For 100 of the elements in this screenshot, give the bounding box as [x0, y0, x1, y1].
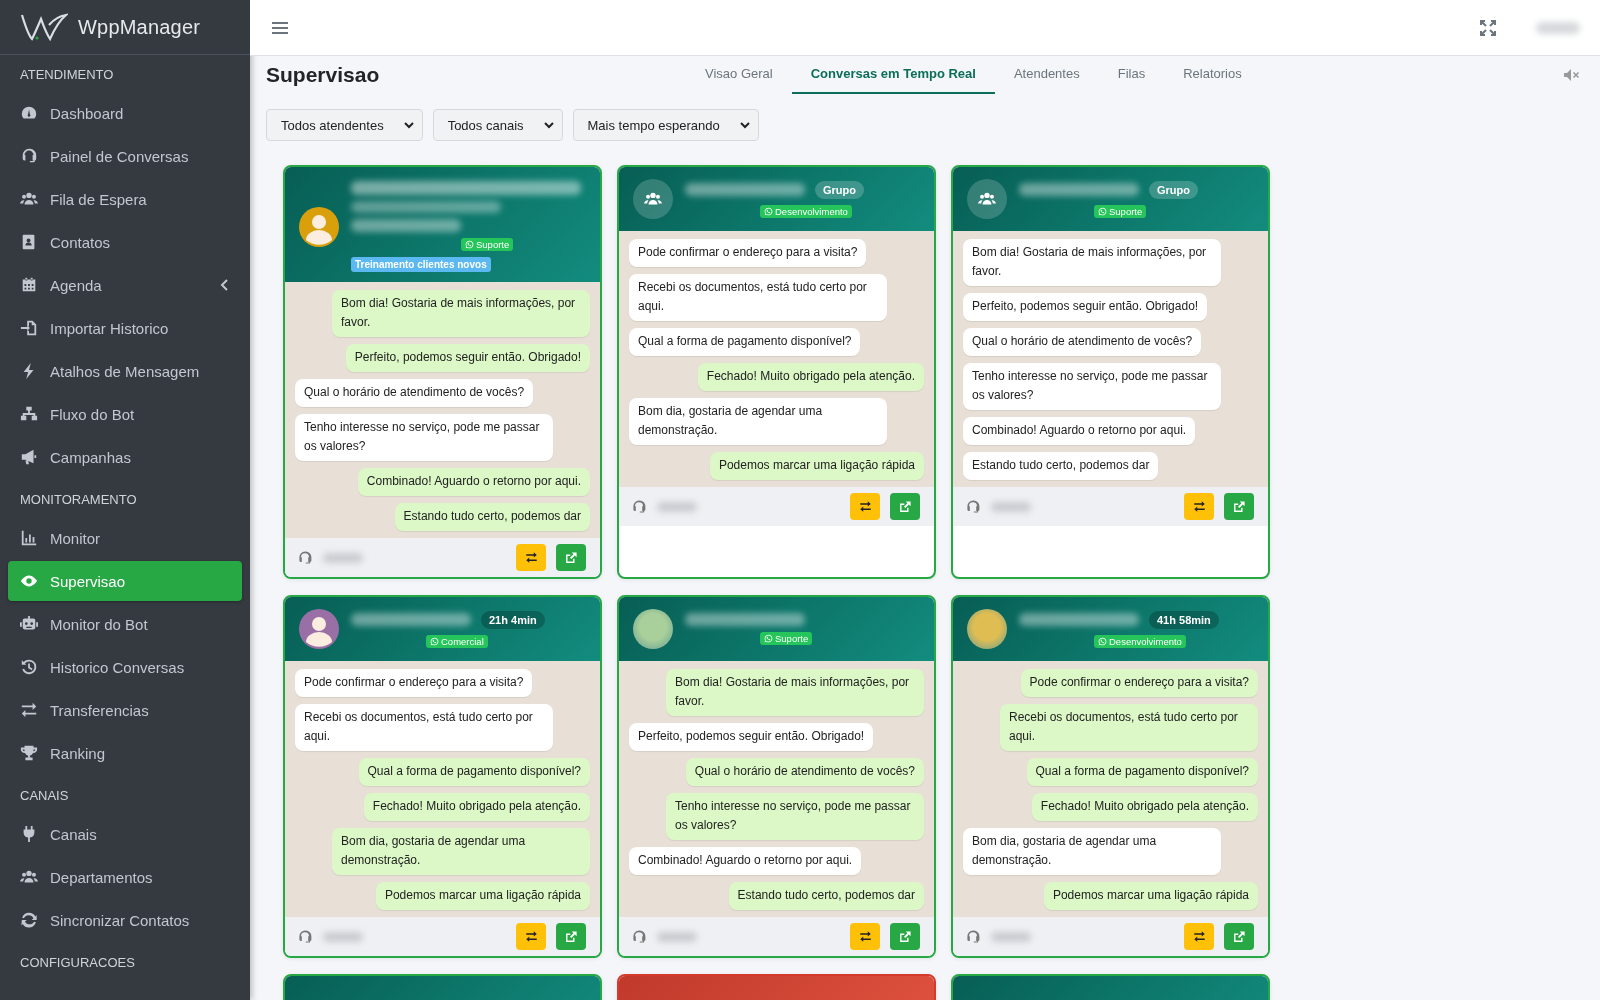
external-link-icon — [1232, 929, 1246, 944]
incoming-message: Bom dia! Gostaria de mais informações, por favor. — [963, 239, 1221, 286]
file-import-icon — [20, 319, 38, 337]
external-link-icon — [564, 929, 578, 944]
open-button[interactable] — [556, 923, 586, 950]
sidebar-item[interactable]: Fluxo do Bot — [8, 394, 242, 434]
arrows-icon — [1191, 499, 1207, 514]
group-badge: Grupo — [1149, 180, 1198, 199]
brand-name: WppManager — [78, 15, 201, 39]
external-link-icon — [898, 929, 912, 944]
channel-name: Desenvolvimento — [1109, 635, 1182, 647]
sidebar-item[interactable]: Transferencias — [8, 690, 242, 730]
fullscreen-icon[interactable] — [1480, 19, 1496, 36]
open-button[interactable] — [890, 493, 920, 520]
incoming-message: Qual o horário de atendimento de vocês? — [295, 379, 534, 407]
outgoing-message: Bom dia, gostaria de agendar uma demonstração. — [332, 828, 590, 875]
headset-icon — [965, 498, 981, 515]
outgoing-message: Estando tudo certo, podemos dar — [728, 882, 924, 910]
arrows-icon — [523, 929, 539, 944]
incoming-message: Tenho interesse no serviço, pode me passar os valores? — [963, 363, 1221, 410]
open-button[interactable] — [556, 544, 586, 571]
sidebar-item[interactable]: Fila de Espera — [8, 179, 242, 219]
transfer-button[interactable] — [1184, 493, 1214, 520]
incoming-message: Estando tudo certo, podemos dar — [963, 452, 1159, 480]
sidebar-item[interactable]: Atalhos de Mensagem — [8, 351, 242, 391]
transfer-button[interactable] — [1184, 923, 1214, 950]
transfer-button[interactable] — [516, 923, 546, 950]
sidebar-item[interactable]: Monitor do Bot — [8, 604, 242, 644]
transfer-button[interactable] — [850, 493, 880, 520]
sidebar-item[interactable]: Painel de Conversas — [8, 136, 242, 176]
tab[interactable]: Atendentes — [994, 56, 1099, 94]
channel-name: Suporte — [1109, 205, 1143, 217]
outgoing-message: Estando tudo certo, podemos dar — [394, 503, 590, 531]
tab[interactable]: Relatorios — [1164, 56, 1261, 94]
section-heading: CONFIGURACOES — [19, 953, 136, 972]
tab[interactable]: Filas — [1098, 56, 1165, 94]
arrows-icon — [857, 929, 873, 944]
wait-time-badge: 41h 58min — [1149, 610, 1219, 629]
open-button[interactable] — [1224, 493, 1254, 520]
incoming-message: Tenho interesse no serviço, pode me passar os valores? — [295, 414, 553, 461]
open-button[interactable] — [1224, 923, 1254, 950]
tab[interactable]: Visao Geral — [686, 56, 792, 94]
calendar-icon — [20, 276, 38, 294]
sidebar-item[interactable]: Importar Historico — [8, 308, 242, 348]
open-button[interactable] — [890, 923, 920, 950]
chat-icon — [430, 636, 439, 646]
sidebar-item[interactable]: Sincronizar Contatos — [8, 900, 242, 940]
incoming-message: Recebi os documentos, está tudo certo por aqui. — [295, 704, 553, 751]
sidebar-item[interactable]: Monitor — [8, 518, 242, 558]
chat-icon — [465, 240, 474, 249]
headset-icon — [297, 549, 313, 566]
outgoing-message: Pode confirmar o endereço para a visita? — [1020, 669, 1258, 697]
filter-select[interactable]: Mais tempo esperando — [572, 109, 759, 141]
chat-icon — [764, 634, 773, 643]
outgoing-message: Podemos marcar uma ligação rápida — [375, 882, 590, 910]
sidebar-item[interactable]: Campanhas — [8, 437, 242, 477]
sitemap-icon — [20, 405, 38, 423]
outgoing-message: Recebi os documentos, está tudo certo por aqui. — [1000, 704, 1258, 751]
filter-select[interactable]: Todos atendentes — [266, 109, 423, 141]
page-title: Supervisao — [266, 63, 381, 87]
menu-icon[interactable] — [272, 20, 288, 35]
sidebar-item[interactable]: Historico Conversas — [8, 647, 242, 687]
caret-icon — [739, 121, 750, 129]
transfer-button[interactable] — [850, 923, 880, 950]
sidebar-item[interactable]: Contatos — [8, 222, 242, 262]
bar-chart-icon — [20, 529, 38, 547]
history-icon — [20, 658, 38, 676]
arrows-icon — [857, 499, 873, 514]
megaphone-icon — [20, 448, 38, 466]
mute-icon[interactable] — [1564, 69, 1580, 81]
transfer-button[interactable] — [516, 544, 546, 571]
external-link-icon — [564, 550, 578, 565]
sidebar-item[interactable]: Canais — [8, 814, 242, 854]
tab[interactable]: Conversas em Tempo Real — [791, 56, 995, 94]
wait-time-badge: 21h 4min — [481, 610, 545, 629]
sidebar-item[interactable]: Departamentos — [8, 857, 242, 897]
outgoing-message: Podemos marcar uma ligação rápida — [709, 452, 924, 480]
blurred-text — [991, 501, 1031, 512]
sidebar-item[interactable]: Agenda — [8, 265, 242, 305]
trophy-icon — [20, 744, 38, 762]
channel-name: Desenvolvimento — [775, 205, 848, 217]
blurred-text — [657, 501, 697, 512]
outgoing-message: Fechado! Muito obrigado pela atenção. — [363, 793, 590, 821]
channel-name: Comercial — [441, 635, 484, 647]
outgoing-message: Qual a forma de pagamento disponível? — [358, 758, 590, 786]
outgoing-message: Perfeito, podemos seguir então. Obrigado! — [345, 344, 590, 372]
chat-icon — [1098, 636, 1107, 646]
filter-select[interactable]: Todos canais — [432, 109, 563, 141]
sidebar-item[interactable]: Ranking — [8, 733, 242, 773]
incoming-message: Bom dia, gostaria de agendar uma demonstração. — [963, 828, 1221, 875]
headset-icon — [297, 928, 313, 945]
outgoing-message: Bom dia! Gostaria de mais informações, por favor. — [666, 669, 924, 716]
sync-icon — [20, 911, 38, 929]
channel-name: Suporte — [476, 239, 510, 250]
headset-icon — [631, 498, 647, 515]
incoming-message: Combinado! Aguardo o retorno por aqui. — [963, 417, 1196, 445]
incoming-message: Pode confirmar o endereço para a visita? — [629, 239, 867, 267]
sidebar-item[interactable]: Dashboard — [8, 93, 242, 133]
headset-icon — [631, 928, 647, 945]
external-link-icon — [1232, 499, 1246, 514]
